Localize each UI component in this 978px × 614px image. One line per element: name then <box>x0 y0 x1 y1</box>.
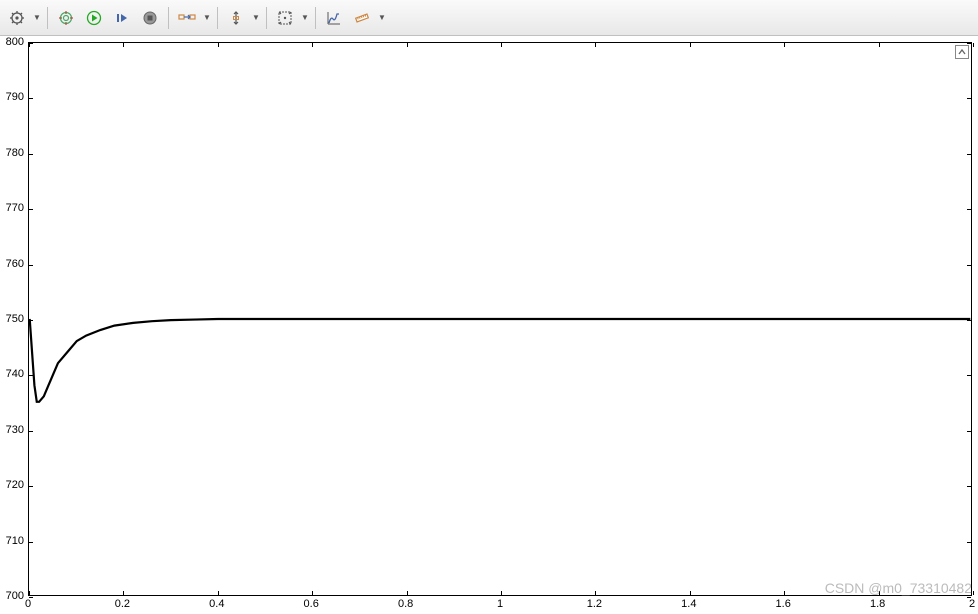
plot-line <box>29 43 971 595</box>
plot-container[interactable] <box>28 42 972 596</box>
separator <box>168 7 169 29</box>
scale-icon[interactable] <box>223 5 249 31</box>
separator <box>266 7 267 29</box>
maximize-icon[interactable] <box>955 45 969 59</box>
separator <box>217 7 218 29</box>
x-axis-labels: 0 0.2 0.4 0.6 0.8 1 1.2 1.4 1.6 1.8 2 <box>28 598 972 612</box>
measure-icon[interactable] <box>349 5 375 31</box>
y-tick-label: 710 <box>0 535 24 547</box>
x-tick-label: 0 <box>25 598 31 610</box>
target-icon[interactable] <box>53 5 79 31</box>
step-icon[interactable] <box>109 5 135 31</box>
y-tick-label: 700 <box>0 590 24 602</box>
y-tick-label: 730 <box>0 424 24 436</box>
y-tick-label: 770 <box>0 202 24 214</box>
y-tick-label: 740 <box>0 368 24 380</box>
watermark: CSDN @m0_73310482 <box>825 580 972 596</box>
x-tick-label: 1.2 <box>587 598 602 610</box>
run-icon[interactable] <box>81 5 107 31</box>
cursor-icon[interactable] <box>321 5 347 31</box>
x-tick-label: 1.6 <box>776 598 791 610</box>
y-axis-labels: 700710720730740750760770780790800 <box>0 42 26 596</box>
signal-dropdown[interactable]: ▼ <box>202 13 212 22</box>
stop-icon[interactable] <box>137 5 163 31</box>
gear-dropdown[interactable]: ▼ <box>32 13 42 22</box>
signal-icon[interactable] <box>174 5 200 31</box>
gear-icon[interactable] <box>4 5 30 31</box>
zoom-icon[interactable] <box>272 5 298 31</box>
y-tick-label: 760 <box>0 258 24 270</box>
x-tick-label: 0.8 <box>398 598 413 610</box>
y-tick-label: 720 <box>0 479 24 491</box>
toolbar: ▼ ▼ ▼ ▼ ▼ <box>0 0 978 36</box>
scale-dropdown[interactable]: ▼ <box>251 13 261 22</box>
x-tick-label: 1.8 <box>870 598 885 610</box>
separator <box>47 7 48 29</box>
y-tick-label: 790 <box>0 91 24 103</box>
chart-area: 700 710 720 730 740 750 760 770 780 790 800 0 0.2 0.… <box>0 36 978 614</box>
y-tick-label: 750 <box>0 313 24 325</box>
x-tick-label: 0.4 <box>209 598 224 610</box>
x-tick-label: 2 <box>969 598 975 610</box>
x-tick-label: 0.6 <box>304 598 319 610</box>
x-tick-label: 1 <box>497 598 503 610</box>
x-tick-label: 1.4 <box>681 598 696 610</box>
separator <box>315 7 316 29</box>
y-tick-label: 780 <box>0 147 24 159</box>
zoom-dropdown[interactable]: ▼ <box>300 13 310 22</box>
measure-dropdown[interactable]: ▼ <box>377 13 387 22</box>
y-tick-label: 800 <box>0 36 24 48</box>
x-tick-label: 0.2 <box>115 598 130 610</box>
